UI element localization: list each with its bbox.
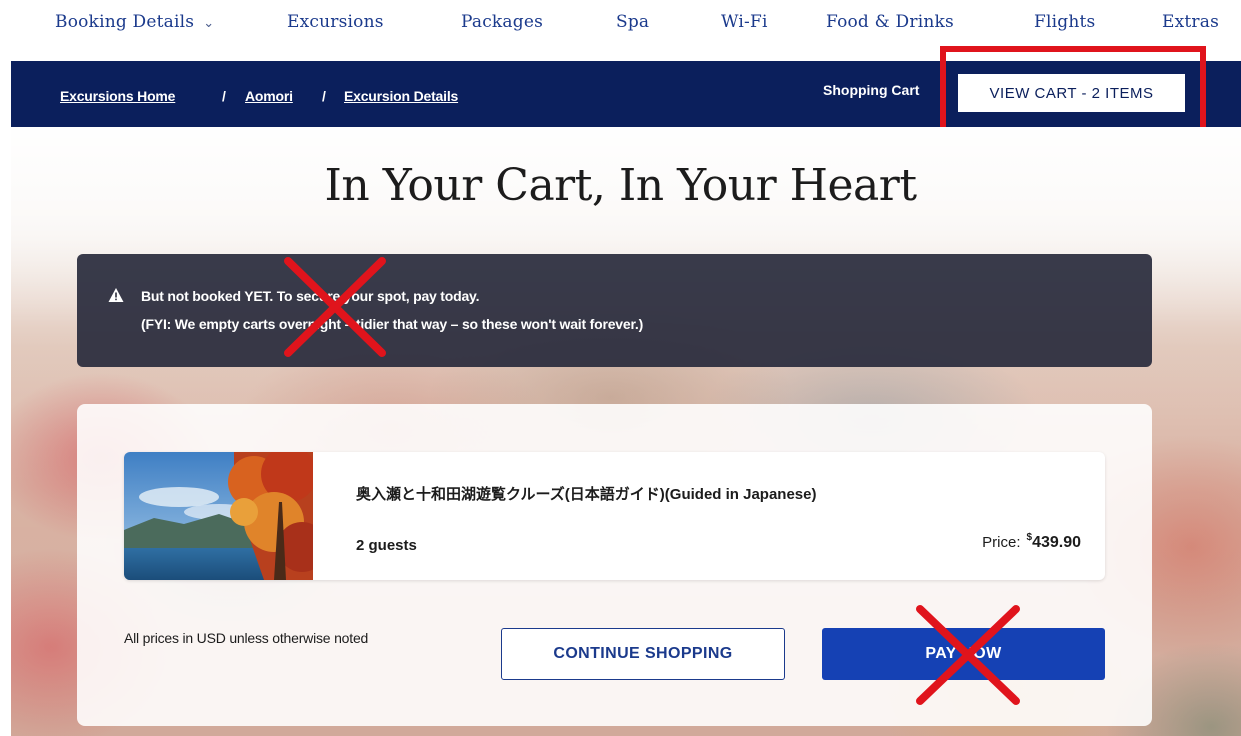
guest-count: 2 guests (356, 537, 417, 554)
page-title: In Your Cart, In Your Heart (324, 160, 918, 211)
nav-item-booking-details[interactable]: Booking Details ⌄ (55, 12, 214, 32)
price-amount: 439.90 (1032, 534, 1081, 551)
breadcrumb-bar: Excursions Home / Aomori / Excursion Det… (11, 61, 1241, 127)
warning-text-line-1: But not booked YET. To secure your spot,… (141, 288, 480, 304)
nav-item-packages[interactable]: Packages (461, 12, 543, 32)
item-price: Price: $439.90 (982, 532, 1081, 552)
warning-triangle-icon (108, 288, 124, 302)
nav-item-excursions[interactable]: Excursions (287, 12, 384, 32)
cart-item: 奥入瀬と十和田湖遊覧クルーズ(日本語ガイド)(Guided in Japanes… (124, 452, 1105, 580)
continue-shopping-button[interactable]: CONTINUE SHOPPING (501, 628, 785, 680)
nav-item-flights[interactable]: Flights (1034, 12, 1095, 32)
chevron-down-icon: ⌄ (203, 16, 215, 31)
warning-banner: But not booked YET. To secure your spot,… (77, 254, 1152, 367)
breadcrumb-aomori[interactable]: Aomori (245, 88, 293, 104)
shopping-cart-label: Shopping Cart (823, 82, 920, 98)
nav-item-extras[interactable]: Extras (1162, 12, 1219, 32)
breadcrumb-excursion-details[interactable]: Excursion Details (344, 88, 458, 104)
breadcrumb-separator: / (322, 88, 326, 104)
top-nav: Booking Details ⌄ Excursions Packages Spa… (0, 0, 1241, 58)
warning-text-line-2: (FYI: We empty carts overnight – tidier … (141, 316, 644, 332)
breadcrumb-excursions-home[interactable]: Excursions Home (60, 88, 175, 104)
excursion-title: 奥入瀬と十和田湖遊覧クルーズ(日本語ガイド)(Guided in Japanes… (356, 486, 817, 503)
currency-note: All prices in USD unless otherwise noted (124, 630, 369, 646)
price-label: Price: (982, 534, 1021, 551)
nav-item-label: Booking Details (55, 12, 195, 32)
excursion-thumbnail-image (124, 452, 313, 580)
breadcrumb-separator: / (222, 88, 226, 104)
nav-item-spa[interactable]: Spa (616, 12, 649, 32)
pay-now-button[interactable]: PAY NOW (822, 628, 1105, 680)
view-cart-button[interactable]: VIEW CART - 2 ITEMS (958, 74, 1185, 112)
nav-item-food-drinks[interactable]: Food & Drinks (826, 12, 954, 32)
nav-item-wifi[interactable]: Wi-Fi (721, 12, 768, 32)
